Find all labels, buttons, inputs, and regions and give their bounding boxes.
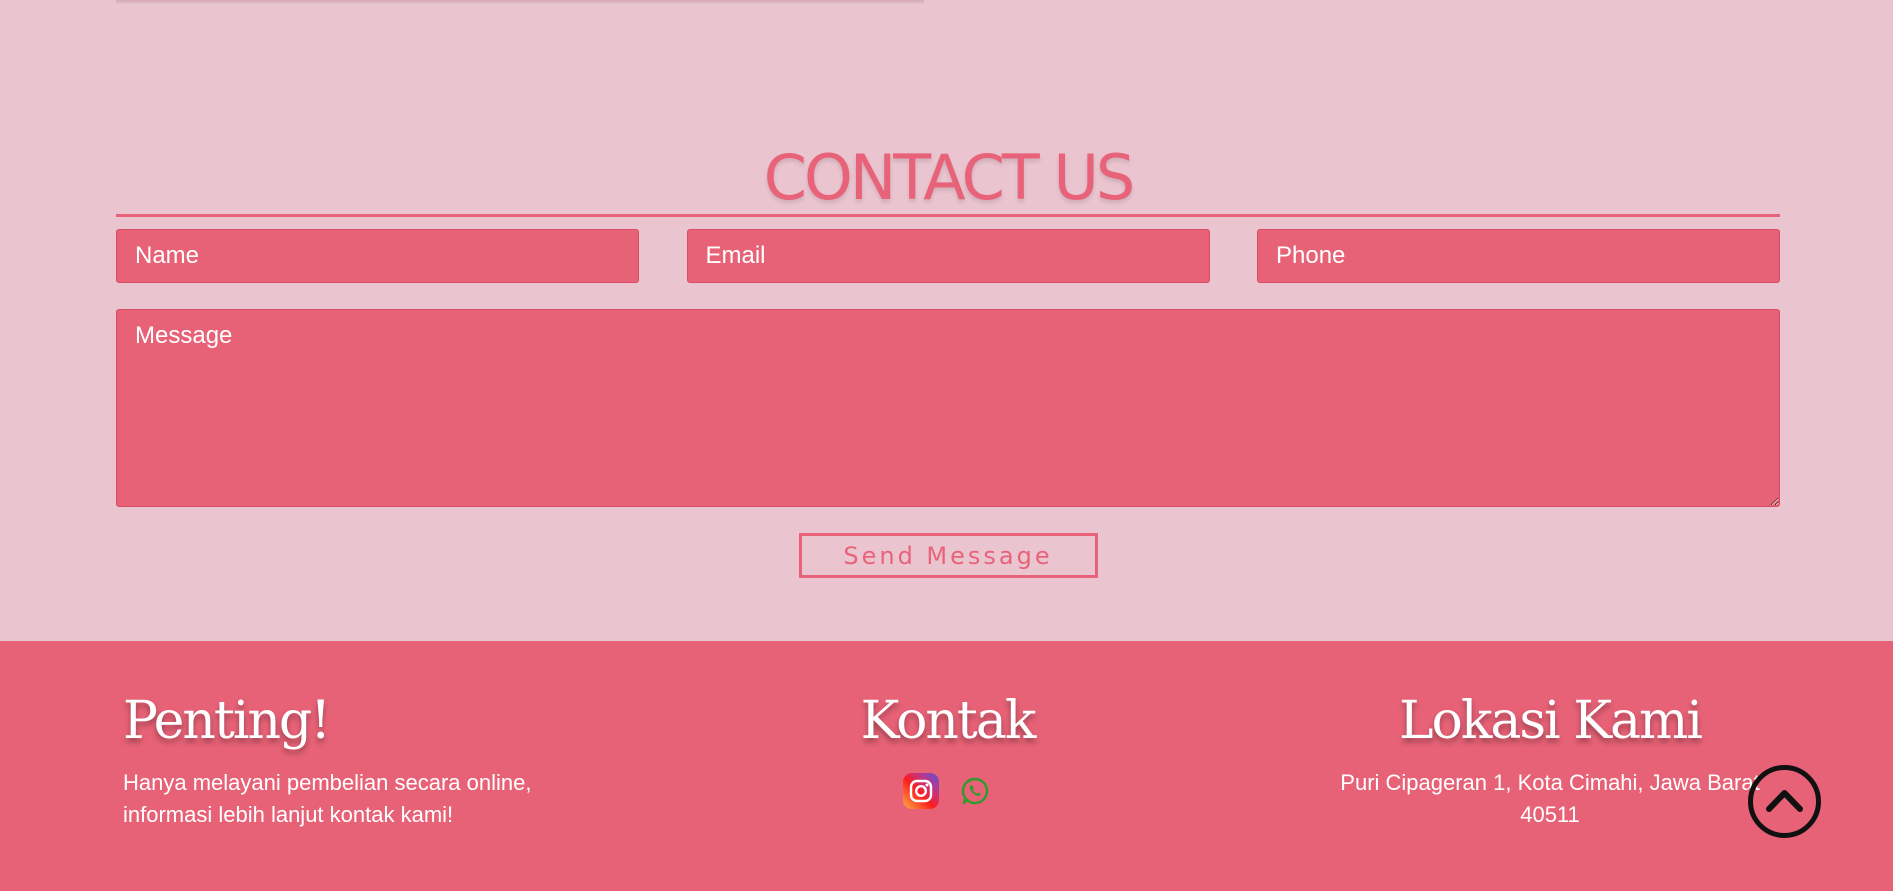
message-textarea[interactable] [116, 309, 1780, 507]
lokasi-address: Puri Cipageran 1, Kota Cimahi, Jawa Bara… [1340, 770, 1760, 827]
footer-lokasi: Lokasi Kami Puri Cipageran 1, Kota Cimah… [1340, 689, 1760, 831]
contact-form: Send Message [116, 229, 1780, 578]
email-input[interactable] [686, 229, 1210, 283]
send-button-wrap: Send Message [116, 533, 1780, 578]
footer-kontak: Kontak [800, 689, 1095, 809]
penting-text: Hanya melayani pembelian secara online, … [123, 770, 532, 827]
scroll-to-top-button[interactable] [1747, 764, 1822, 839]
section-divider [116, 0, 924, 2]
footer-penting: Penting! Hanya melayani pembelian secara… [123, 689, 593, 831]
whatsapp-icon[interactable] [957, 773, 993, 809]
kontak-heading: Kontak [860, 691, 1037, 751]
instagram-icon[interactable] [902, 773, 939, 809]
contact-title: CONTACT US [763, 141, 1135, 214]
send-message-button[interactable]: Send Message [798, 533, 1098, 578]
name-input[interactable] [116, 229, 639, 283]
footer: Penting! Hanya melayani pembelian secara… [0, 641, 1893, 891]
social-links [800, 773, 1095, 809]
contact-section: CONTACT US Send Message [116, 142, 1780, 578]
title-underline [116, 214, 1780, 217]
penting-heading: Penting! [123, 691, 331, 751]
phone-input[interactable] [1257, 229, 1780, 283]
lokasi-heading: Lokasi Kami [1399, 691, 1703, 751]
chevron-up-circle-icon [1748, 765, 1821, 838]
contact-fields-row [116, 229, 1780, 283]
